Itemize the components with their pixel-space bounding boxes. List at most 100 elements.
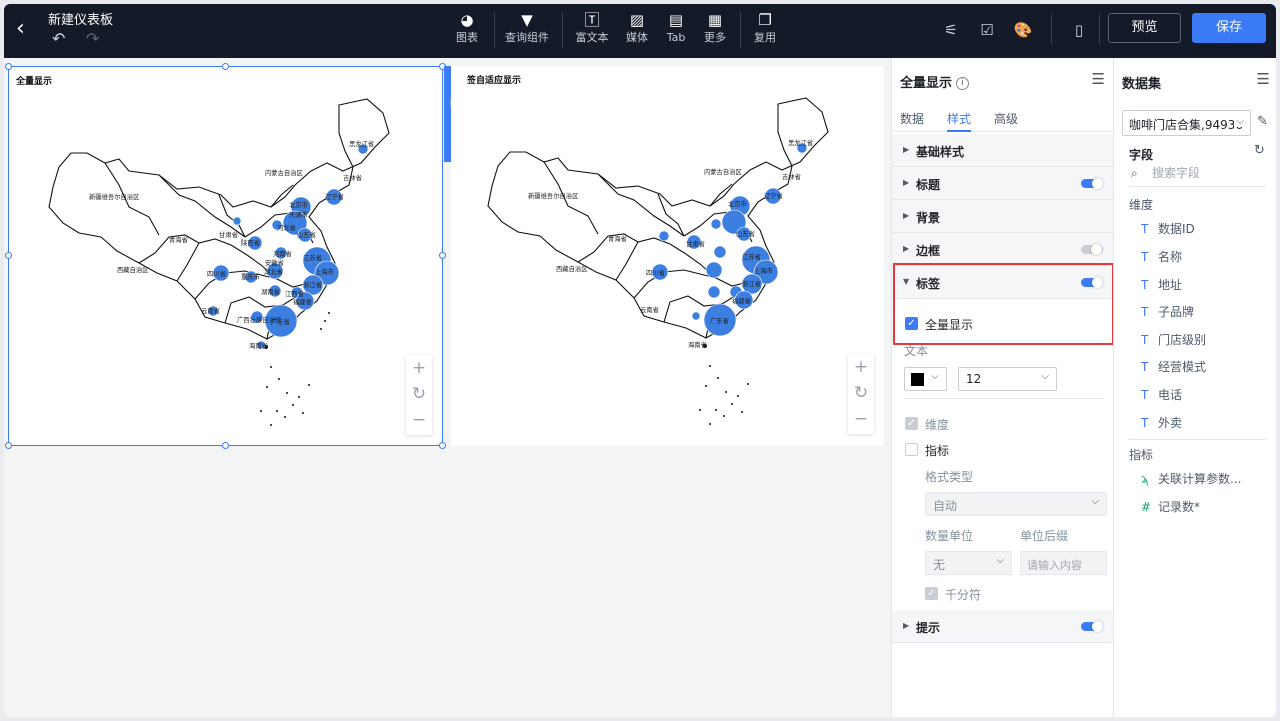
chevron-right-icon: ▶ (903, 178, 910, 187)
field-item[interactable]: T 门店级别 (1141, 331, 1206, 348)
reset-icon[interactable]: ↻ (848, 380, 874, 406)
text-color-picker[interactable]: ⌵ (904, 367, 947, 391)
suffix-input[interactable]: 请输入内容 (1020, 551, 1107, 575)
unit-select[interactable]: 无 ⌵ (925, 551, 1012, 575)
toolbar-divider (1051, 14, 1052, 44)
field-item[interactable]: T 数据ID (1141, 220, 1195, 237)
svg-text:辽宁省: 辽宁省 (764, 191, 783, 200)
zoom-out-icon[interactable]: − (406, 407, 432, 433)
dashboard-title[interactable]: 新建仪表板 (48, 9, 113, 28)
toolbar-divider (1099, 14, 1100, 44)
map-chart-card-adaptive[interactable]: 签自适应显示 黑龙江省 内蒙古自治区 吉林省 新疆维吾尔自治区 北京市 辽宁省 … (451, 66, 884, 446)
resize-handle[interactable] (5, 442, 12, 449)
toolbar-richtext-button[interactable]: 🅃 富文本 (572, 10, 612, 52)
resize-handle[interactable] (222, 442, 229, 449)
svg-text:四川省: 四川省 (207, 269, 226, 278)
china-map[interactable]: 黑龙江省 内蒙古自治区 吉林省 新疆维吾尔自治区 北京市 天津市 辽宁省 青海省… (9, 67, 442, 445)
text-type-icon: T (1141, 360, 1149, 374)
field-item[interactable]: ϡ 关联计算参数... (1141, 470, 1241, 487)
toolbar-query-button[interactable]: ▼ 查询组件 (502, 10, 552, 52)
svg-text:山东省: 山东省 (736, 229, 755, 238)
section-tooltip[interactable]: ▶ 提示 (892, 610, 1113, 643)
suffix-label: 单位后缀 (1020, 529, 1069, 543)
border-toggle[interactable] (1081, 244, 1103, 255)
redo-icon[interactable]: ↷ (86, 30, 104, 48)
svg-text:青海省: 青海省 (169, 235, 188, 244)
field-item[interactable]: T 地址 (1141, 276, 1182, 293)
show-all-label: 全量显示 (925, 318, 974, 332)
grid-icon: ▦ (707, 11, 723, 29)
svg-text:浙江省: 浙江省 (742, 279, 761, 288)
resize-handle[interactable] (439, 252, 446, 259)
chevron-down-icon: ⌵ (996, 555, 1004, 566)
toolbar-reuse-button[interactable]: ❐ 复用 (750, 10, 780, 52)
svg-text:天津市: 天津市 (289, 210, 308, 219)
tab-style[interactable]: 样式 (947, 110, 971, 127)
tab-data[interactable]: 数据 (900, 110, 924, 127)
back-arrow-icon[interactable]: ‹ (16, 18, 34, 40)
zoom-out-icon[interactable]: − (848, 406, 874, 432)
copy-icon: ❐ (758, 11, 772, 29)
toolbar-tab-button[interactable]: ▤ Tab (662, 10, 690, 52)
section-basic-style[interactable]: ▶ 基础样式 (892, 134, 1113, 167)
field-item[interactable]: T 名称 (1141, 248, 1182, 265)
metric-group-label: 指标 (1129, 448, 1154, 462)
save-button[interactable]: 保存 (1192, 13, 1266, 43)
preview-button[interactable]: 预览 (1108, 13, 1181, 43)
settings-sliders-icon[interactable]: ⚟ (941, 20, 961, 40)
toolbar-chart-button[interactable]: ◕ 图表 (448, 10, 486, 52)
collapse-panel-icon[interactable]: ☰ (1257, 70, 1270, 88)
svg-text:广东省: 广东省 (271, 317, 290, 326)
fields-label: 字段 (1129, 148, 1154, 162)
field-item[interactable]: # 记录数* (1141, 498, 1200, 515)
collapse-panel-icon[interactable]: ☰ (1092, 70, 1105, 88)
field-search-input[interactable] (1152, 166, 1262, 180)
tab-advanced[interactable]: 高级 (994, 110, 1018, 127)
section-title[interactable]: ▶ 标题 (892, 167, 1113, 200)
filter-icon: ▼ (521, 11, 533, 29)
resize-handle[interactable] (222, 63, 229, 70)
svg-text:青海省: 青海省 (608, 234, 627, 243)
show-all-checkbox[interactable]: ✓ (905, 317, 918, 330)
chevron-right-icon: ▶ (903, 244, 910, 253)
format-type-select[interactable]: 自动 ⌵ (925, 492, 1107, 516)
palette-icon[interactable]: 🎨 (1013, 20, 1033, 40)
field-item[interactable]: T 经营模式 (1141, 358, 1206, 375)
resize-handle[interactable] (5, 252, 12, 259)
dimension-checkbox[interactable]: ✓ (905, 417, 918, 430)
dataset-select[interactable]: 咖啡门店合集,94936 ⌵ (1122, 110, 1251, 136)
toolbar-media-button[interactable]: ▨ 媒体 (622, 10, 652, 52)
reset-icon[interactable]: ↻ (406, 381, 432, 407)
active-tab-indicator (947, 130, 971, 132)
section-border[interactable]: ▶ 边框 (892, 233, 1113, 266)
field-item[interactable]: T 子品牌 (1141, 303, 1194, 320)
resize-handle[interactable] (5, 63, 12, 70)
undo-icon[interactable]: ↶ (52, 30, 70, 48)
china-map[interactable]: 黑龙江省 内蒙古自治区 吉林省 新疆维吾尔自治区 北京市 辽宁省 青海省 甘肃省… (451, 66, 884, 446)
chevron-right-icon: ▶ (903, 211, 910, 220)
svg-text:西藏自治区: 西藏自治区 (117, 265, 148, 274)
thousands-checkbox[interactable]: ✓ (925, 587, 938, 600)
edit-icon[interactable]: ✎ (1257, 114, 1268, 129)
field-item[interactable]: T 电话 (1141, 386, 1182, 403)
map-chart-card-full[interactable]: 全量显示 黑龙江省 内蒙古自治区 吉林省 新疆维吾尔自治区 北京市 天津市 辽宁… (8, 66, 443, 446)
field-item[interactable]: T 外卖 (1141, 414, 1182, 431)
font-size-select[interactable]: 12 ⌵ (958, 367, 1057, 391)
zoom-in-icon[interactable]: + (406, 355, 432, 381)
chevron-down-icon: ⌵ (1234, 116, 1244, 127)
svg-text:湖南省: 湖南省 (261, 287, 280, 296)
title-toggle[interactable] (1081, 178, 1103, 189)
resize-handle[interactable] (439, 442, 446, 449)
toolbar-more-button[interactable]: ▦ 更多 (700, 10, 730, 52)
tooltip-toggle[interactable] (1081, 621, 1103, 632)
svg-text:上海市: 上海市 (315, 267, 334, 276)
map-zoom-controls: + ↻ − (848, 354, 874, 434)
metric-checkbox[interactable] (905, 443, 918, 456)
checklist-icon[interactable]: ☑ (977, 20, 997, 40)
mobile-icon[interactable]: ▯ (1069, 20, 1089, 40)
section-background[interactable]: ▶ 背景 (892, 200, 1113, 233)
refresh-icon[interactable]: ↻ (1254, 143, 1265, 158)
zoom-in-icon[interactable]: + (848, 354, 874, 380)
info-icon[interactable]: i (956, 77, 970, 90)
color-swatch (911, 373, 924, 386)
